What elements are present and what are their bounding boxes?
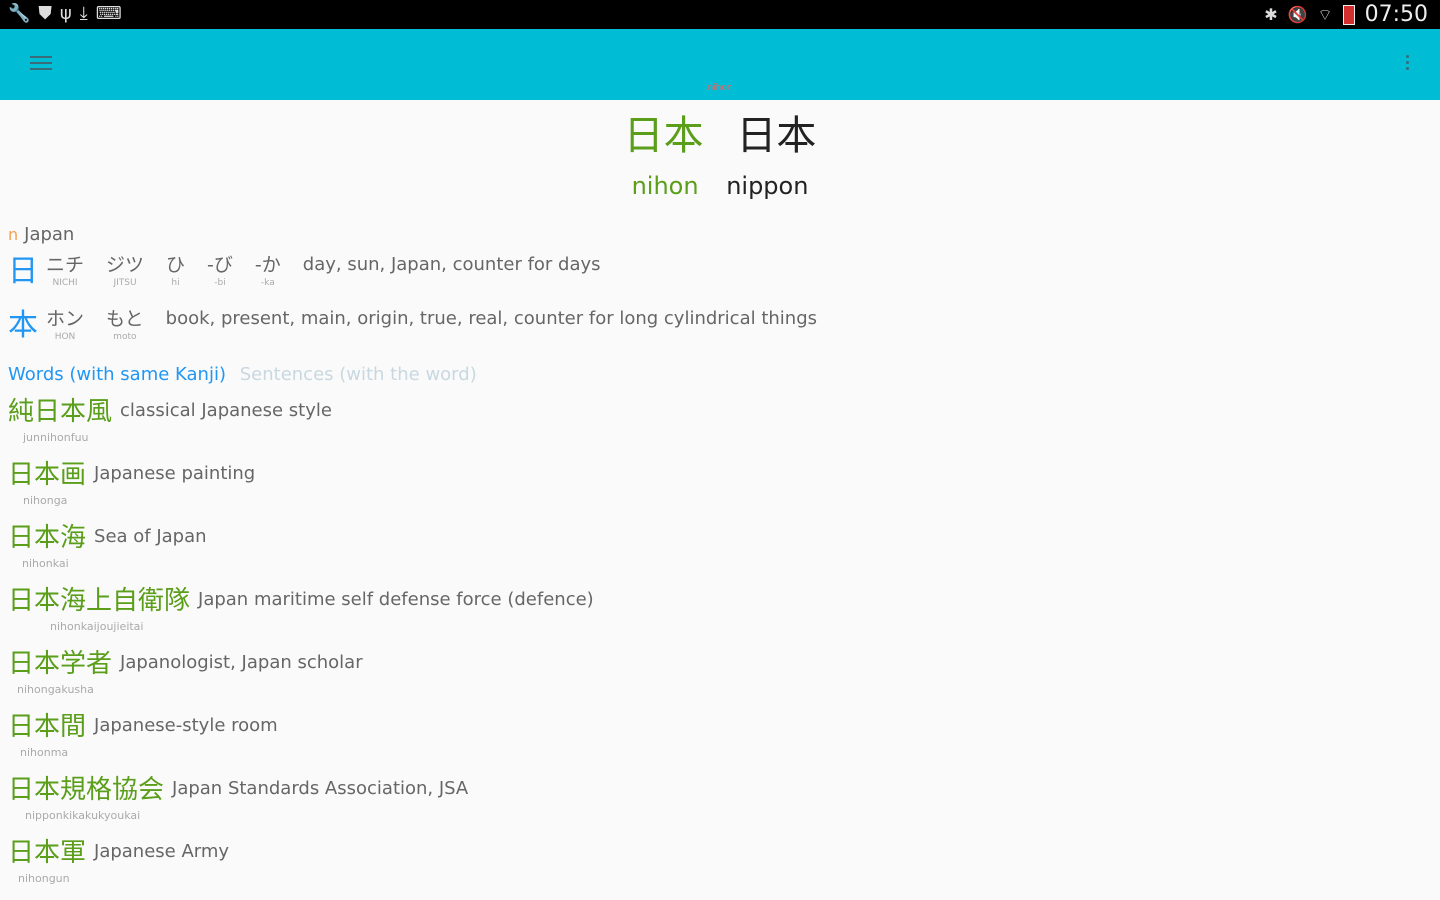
word-kanji-row: 日本 日本 — [0, 108, 1440, 164]
reading-kana: もと — [106, 308, 144, 330]
list-item[interactable]: 日本間 Japanese-style room nihonma — [8, 709, 1420, 772]
list-item[interactable]: 純日本風 classical Japanese style junnihonfuu — [8, 394, 1420, 457]
word-reading-row: nihon nippon — [0, 168, 1440, 204]
word-reading: junnihonfuu — [23, 431, 89, 444]
definition-line: n Japan — [8, 222, 1420, 248]
word-reading-secondary: nippon — [726, 172, 809, 200]
reading-romaji: HON — [54, 332, 76, 342]
word-reading: nihonkaijoujieitai — [50, 620, 144, 633]
kanji-reading: ニチ NICHI — [46, 252, 84, 288]
word-reading: nihonkai — [22, 557, 69, 570]
word-meaning: classical Japanese style — [120, 400, 332, 421]
word-reading: nihonma — [20, 746, 69, 759]
kanji-reading: ひ hi — [166, 252, 185, 288]
usb-icon: ψ — [59, 3, 72, 24]
word-header: 日本 日本 nihon nippon — [0, 108, 1440, 204]
reading-kana: ひ — [166, 254, 186, 276]
tab-bar: Words (with same Kanji) Sentences (with … — [8, 364, 1420, 394]
status-left-icons: 🔧 ⛊ ψ ⤓ ⌨ — [8, 4, 122, 24]
keyboard-icon: ⌨ — [95, 3, 122, 24]
kanji-readings: ホン HON もと moto — [46, 306, 144, 342]
word-reading: nihonga — [23, 494, 68, 507]
status-time: 07:50 — [1364, 2, 1428, 27]
word-meaning: Japan Standards Association, JSA — [172, 778, 469, 799]
menu-icon[interactable] — [30, 56, 52, 72]
reading-kana: -か — [254, 254, 281, 276]
list-item[interactable]: 日本学者 Japanologist, Japan scholar nihongak… — [8, 646, 1420, 709]
mute-icon: 🔇 — [1287, 5, 1308, 24]
word-meaning: Japanese-style room — [94, 715, 278, 736]
kanji-meaning: day, sun, Japan, counter for days — [302, 254, 601, 275]
word-reading-primary: nihon — [631, 172, 699, 200]
reading-romaji: hi — [171, 278, 180, 288]
reading-romaji: moto — [113, 332, 137, 342]
kanji-reading: -び -bi — [207, 252, 233, 288]
battery-icon — [1342, 4, 1355, 25]
word-meaning: Japanese Army — [94, 841, 230, 862]
word-list: 純日本風 classical Japanese style junnihonfuu… — [8, 394, 1420, 898]
kanji-reading: -か -ka — [255, 252, 281, 288]
part-of-speech: n — [8, 225, 19, 244]
reading-kana: -び — [207, 254, 233, 276]
word-reading: nipponkikakukyoukai — [25, 809, 141, 822]
list-item[interactable]: 日本軍 Japanese Army nihongun — [8, 835, 1420, 898]
reading-romaji: NICHI — [52, 278, 78, 288]
overflow-menu-icon[interactable] — [1404, 55, 1410, 75]
word-meaning: Sea of Japan — [94, 526, 207, 547]
status-right-icons: ✱ 🔇 ⌔ 07:50 — [1264, 2, 1428, 27]
word-kanji: 日本学者 — [8, 649, 113, 679]
list-item[interactable]: 日本画 Japanese painting nihonga — [8, 457, 1420, 520]
tab-sentences[interactable]: Sentences (with the word) — [240, 364, 477, 385]
download-icon: ⤓ — [79, 3, 88, 24]
kanji-meaning: book, present, main, origin, true, real,… — [165, 308, 818, 329]
word-meaning: Japanese painting — [94, 463, 256, 484]
status-bar: 🔧 ⛊ ψ ⤓ ⌨ ✱ 🔇 ⌔ 07:50 — [0, 0, 1440, 29]
wrench-icon: 🔧 — [8, 3, 31, 24]
word-kanji: 日本軍 — [8, 838, 87, 868]
word-kanji: 日本規格協会 — [8, 775, 165, 805]
word-kanji: 日本間 — [8, 712, 87, 742]
kanji-character: 日 — [8, 254, 38, 289]
kanji-character: 本 — [8, 308, 38, 343]
reading-romaji: JITSU — [113, 278, 137, 288]
kanji-reading: ジツ JITSU — [106, 252, 144, 288]
kanji-reading: ホン HON — [46, 306, 84, 342]
definition-meaning: Japan — [24, 224, 75, 245]
appbar-subtitle: nihon — [707, 83, 733, 93]
reading-romaji: -bi — [214, 278, 226, 288]
kanji-reading: もと moto — [106, 306, 144, 342]
main-content: n Japan 日 ニチ NICHI ジツ JITSU ひ hi -び -bi -か -ka… — [8, 222, 1420, 898]
list-item[interactable]: 日本海上自衛隊 Japan maritime self defense force… — [8, 583, 1420, 646]
word-kanji-secondary: 日本 — [736, 113, 817, 159]
bluetooth-icon: ✱ — [1264, 5, 1278, 24]
list-item[interactable]: 日本海 Sea of Japan nihonkai — [8, 520, 1420, 583]
word-reading: nihongun — [18, 872, 70, 885]
app-bar: nihon — [0, 29, 1440, 100]
kanji-readings: ニチ NICHI ジツ JITSU ひ hi -び -bi -か -ka — [46, 252, 281, 288]
list-item[interactable]: 日本規格協会 Japan Standards Association, JSA n… — [8, 772, 1420, 835]
word-reading: nihongakusha — [17, 683, 94, 696]
tab-words[interactable]: Words (with same Kanji) — [8, 364, 226, 385]
reading-kana: ホン — [46, 308, 85, 330]
kanji-breakdown-row[interactable]: 本 ホン HON もと moto book, present, main, orig… — [8, 306, 1420, 356]
shield-icon: ⛊ — [38, 3, 52, 24]
word-kanji: 日本画 — [8, 460, 87, 490]
word-kanji: 日本海上自衛隊 — [8, 586, 191, 616]
reading-kana: ニチ — [46, 254, 85, 276]
kanji-breakdown-row[interactable]: 日 ニチ NICHI ジツ JITSU ひ hi -び -bi -か -ka day, s… — [8, 252, 1420, 302]
wifi-icon: ⌔ — [1317, 4, 1333, 24]
word-kanji: 日本海 — [8, 523, 87, 553]
word-kanji: 純日本風 — [8, 397, 113, 427]
word-kanji-primary: 日本 — [623, 113, 704, 159]
reading-romaji: -ka — [260, 278, 275, 288]
word-meaning: Japan maritime self defense force (defen… — [198, 589, 594, 610]
reading-kana: ジツ — [106, 254, 145, 276]
word-meaning: Japanologist, Japan scholar — [120, 652, 363, 673]
